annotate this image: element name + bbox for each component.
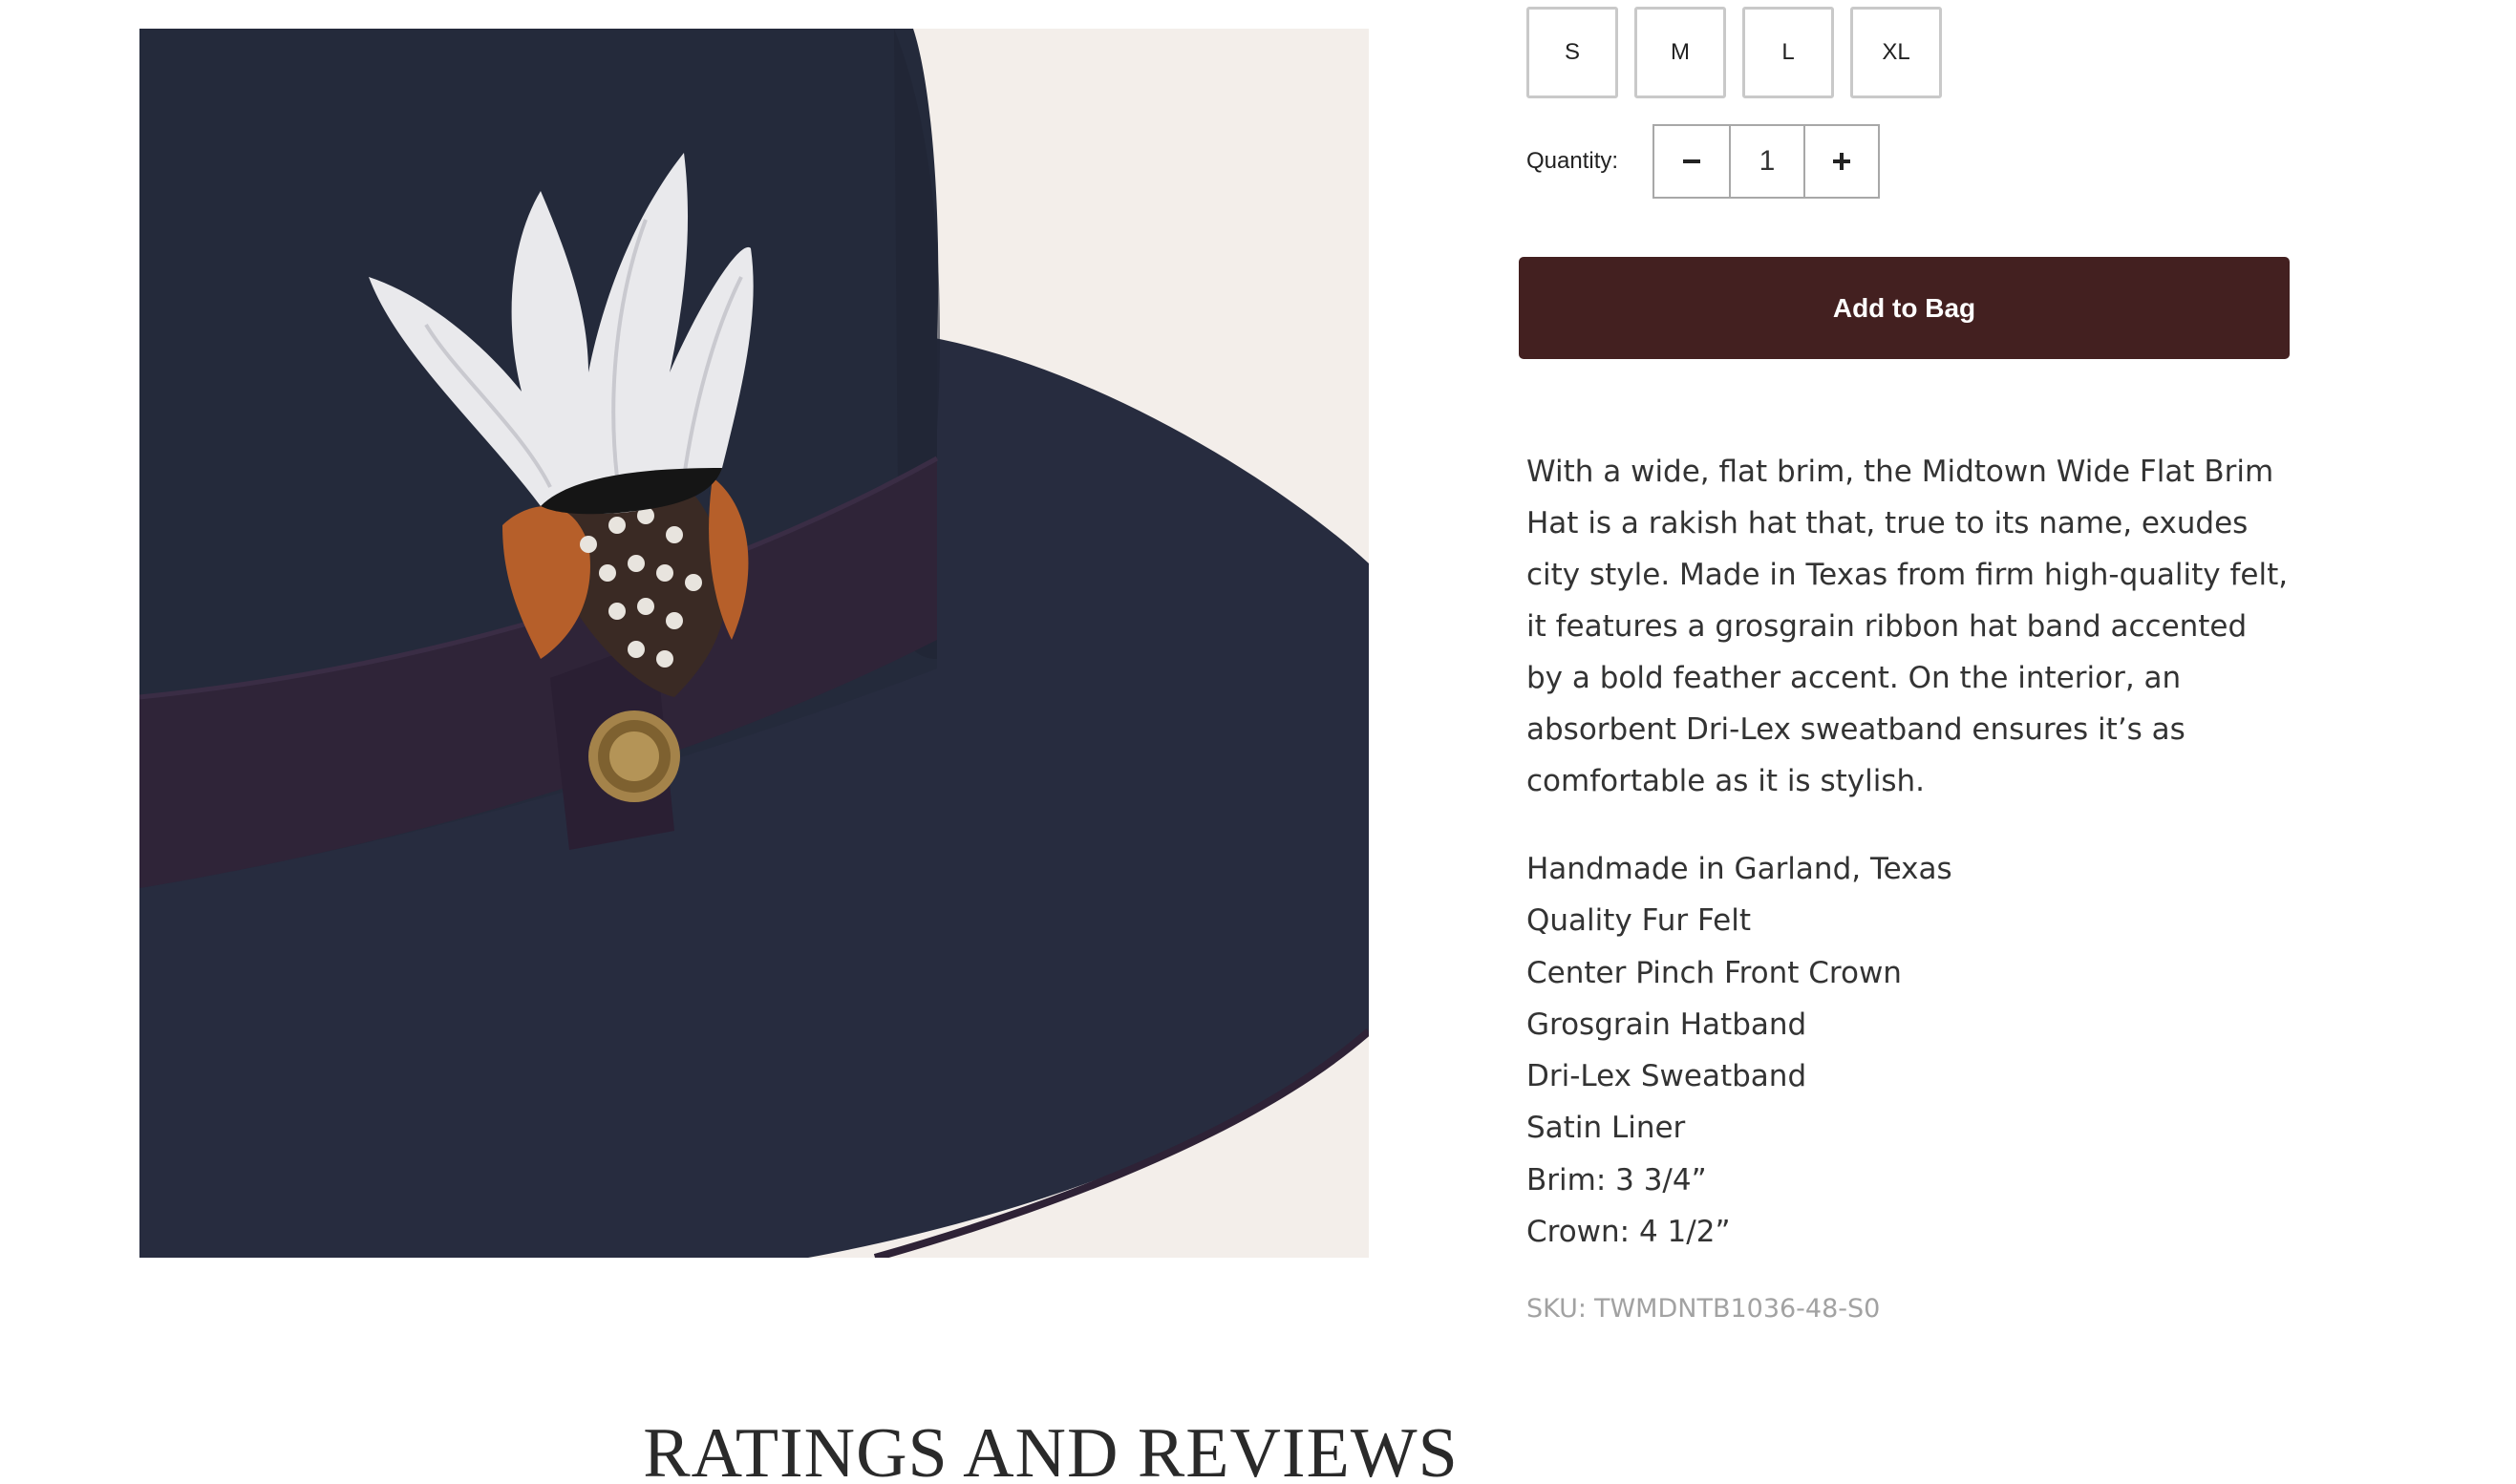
product-page: S M L XL Quantity: 1 Add to Bag With a w… [0,0,2516,1484]
size-option-s[interactable]: S [1526,7,1618,98]
product-description: With a wide, flat brim, the Midtown Wide… [1526,455,2289,798]
size-option-l[interactable]: L [1742,7,1834,98]
feature-item: Handmade in Garland, Texas [1526,852,1952,886]
sku-label: SKU: [1526,1294,1587,1324]
hat-photo [139,29,1369,1258]
add-to-bag-button[interactable]: Add to Bag [1519,257,2290,359]
quantity-label: Quantity: [1526,148,1619,174]
ratings-reviews-heading: RATINGS AND REVIEWS [643,1414,1459,1484]
product-image[interactable] [139,29,1369,1258]
feature-item: Satin Liner [1526,1111,1686,1146]
quantity-increment-button[interactable] [1803,126,1878,197]
sku: SKU: TWMDNTB1036-48-S0 [1526,1294,1880,1324]
plus-icon [1833,153,1850,170]
feature-list: Handmade in Garland, Texas Quality Fur F… [1526,843,1952,1258]
size-selector: S M L XL [1526,7,1942,98]
quantity-stepper: 1 [1652,124,1880,199]
feature-item: Dri-Lex Sweatband [1526,1059,1807,1094]
quantity-row: Quantity: 1 [1526,122,1880,201]
feature-item: Grosgrain Hatband [1526,1007,1807,1042]
feature-item: Crown: 4 1/2” [1526,1215,1731,1250]
minus-icon [1683,159,1700,163]
quantity-input[interactable]: 1 [1729,126,1803,197]
size-option-xl[interactable]: XL [1850,7,1942,98]
size-option-m[interactable]: M [1634,7,1726,98]
feature-item: Center Pinch Front Crown [1526,955,1902,990]
feature-item: Brim: 3 3/4” [1526,1162,1707,1198]
feature-item: Quality Fur Felt [1526,903,1751,939]
quantity-decrement-button[interactable] [1654,126,1729,197]
sku-value: TWMDNTB1036-48-S0 [1593,1294,1881,1324]
